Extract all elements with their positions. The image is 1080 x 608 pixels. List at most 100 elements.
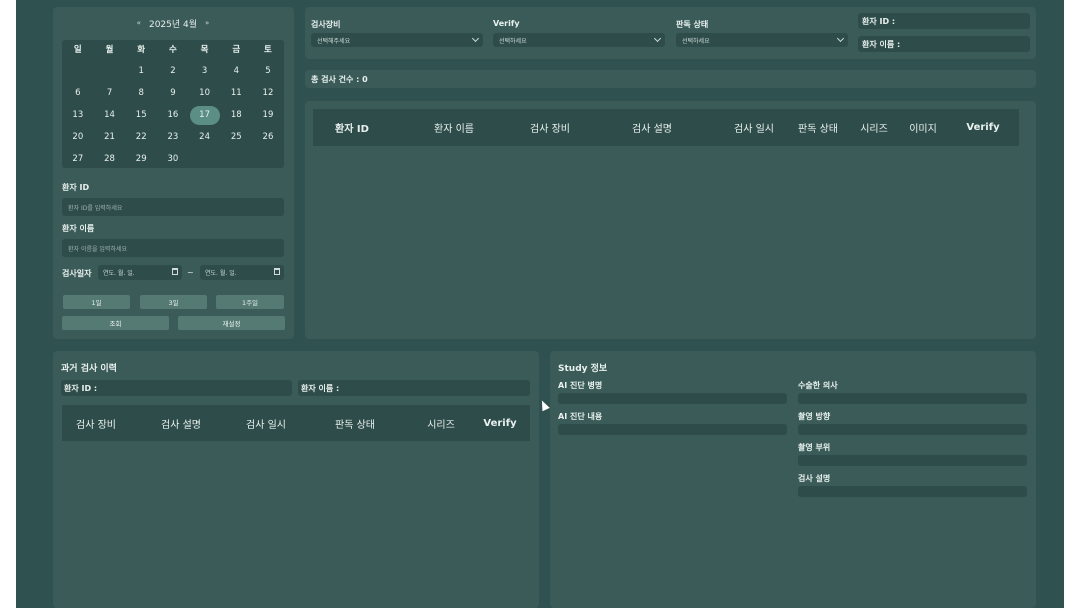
calendar-day[interactable]: 23 [157, 126, 189, 148]
history-title: 과거 검사 이력 [61, 364, 117, 374]
reset-button[interactable]: 재설정 [178, 316, 285, 330]
col-datetime[interactable]: 검사 일시 [734, 120, 774, 135]
calendar-header: « 2025년 4월 » [62, 15, 284, 31]
calendar-day[interactable]: 22 [125, 126, 157, 148]
col-verify[interactable]: Verify [966, 122, 999, 133]
calendar-weekday: 수 [168, 45, 177, 55]
calendar-day[interactable]: 28 [94, 148, 126, 170]
calendar-day[interactable]: 24 [189, 126, 221, 148]
calendar-day[interactable]: 14 [94, 104, 126, 126]
status-select-value: 선택하세요 [682, 38, 710, 45]
history-col-device[interactable]: 검사 장비 [76, 416, 116, 431]
calendar-weekday: 일 [73, 45, 82, 55]
col-patient-name[interactable]: 환자 이름 [434, 120, 474, 135]
calendar-day[interactable]: 8 [125, 82, 157, 104]
calendar-day[interactable]: 29 [125, 148, 157, 170]
status-select[interactable]: 선택하세요 [676, 33, 848, 47]
ai-diagnosis-field [558, 393, 787, 404]
range-1week-button[interactable]: 1주일 [216, 295, 284, 309]
doctor-label: 수술한 의사 [798, 381, 838, 390]
calendar-day[interactable]: 15 [125, 104, 157, 126]
col-image[interactable]: 이미지 [909, 120, 937, 135]
calendar-day[interactable]: 26 [252, 126, 284, 148]
calendar-empty-cell [220, 148, 252, 170]
calendar-empty-cell [94, 60, 126, 82]
calendar-day[interactable]: 11 [220, 82, 252, 104]
chevron-down-icon [836, 34, 845, 43]
history-col-status[interactable]: 판독 상태 [335, 416, 375, 431]
calendar-day[interactable]: 13 [62, 104, 94, 126]
calendar-empty-cell [252, 148, 284, 170]
calendar-day[interactable]: 5 [252, 60, 284, 82]
date-from-input[interactable]: 연도. 월. 일. [98, 265, 182, 280]
history-col-description[interactable]: 검사 설명 [161, 416, 201, 431]
calendar-empty-cell [189, 148, 221, 170]
calendar-weekday: 화 [137, 45, 146, 55]
doctor-field [798, 393, 1027, 404]
calendar-day[interactable]: 17 [189, 104, 221, 126]
calendar-grid: 일 월 화 수 목 금 토 1 2 3 4 5 6 7 8 9 10 11 12 13 14 15 16 17 18 19 20 21… [62, 38, 284, 170]
exam-table-header: 환자 ID 환자 이름 검사 장비 검사 설명 검사 일시 판독 상태 시리즈 … [313, 109, 1019, 146]
filter-patient-id-field[interactable]: 환자 ID : [858, 13, 1030, 29]
calendar-day[interactable]: 25 [220, 126, 252, 148]
col-device[interactable]: 검사 장비 [530, 120, 570, 135]
col-series[interactable]: 시리즈 [860, 120, 888, 135]
calendar-day[interactable]: 18 [220, 104, 252, 126]
history-col-verify[interactable]: Verify [483, 418, 516, 429]
prev-month-icon[interactable]: « [137, 19, 141, 27]
history-col-datetime[interactable]: 검사 일시 [246, 416, 286, 431]
calendar-day[interactable]: 6 [62, 82, 94, 104]
history-table-header: 검사 장비 검사 설명 검사 일시 판독 상태 시리즈 Verify [62, 405, 530, 441]
calendar-weekday: 목 [200, 45, 209, 55]
calendar-day[interactable]: 12 [252, 82, 284, 104]
calendar-day[interactable]: 20 [62, 126, 94, 148]
patient-id-label: 환자 ID [62, 183, 90, 192]
patient-name-input[interactable]: 환자 이름을 입력하세요 [62, 239, 284, 257]
history-patient-name-field: 환자 이름 : [298, 380, 530, 396]
calendar-weekday: 월 [105, 45, 114, 55]
patient-id-input[interactable]: 환자 ID를 입력하세요 [62, 198, 284, 216]
total-count-bar [305, 70, 1036, 88]
calendar-day[interactable]: 21 [94, 126, 126, 148]
calendar-day[interactable]: 27 [62, 148, 94, 170]
ai-content-label: AI 진단 내용 [558, 412, 603, 421]
calendar-day[interactable]: 19 [252, 104, 284, 126]
calendar-day[interactable]: 3 [189, 60, 221, 82]
range-3day-button[interactable]: 3일 [140, 295, 207, 309]
range-1day-button[interactable]: 1일 [63, 295, 130, 309]
calendar-day[interactable]: 2 [157, 60, 189, 82]
verify-select[interactable]: 선택하세요 [493, 33, 665, 47]
history-patient-name-label: 환자 이름 : [301, 384, 340, 393]
next-month-icon[interactable]: » [205, 19, 209, 27]
search-button[interactable]: 조회 [62, 316, 169, 330]
device-select[interactable]: 선택해주세요 [311, 33, 483, 47]
verify-filter-label: Verify [493, 19, 520, 28]
study-info-panel [550, 351, 1036, 608]
region-label: 촬영 부위 [798, 443, 831, 452]
calendar-day[interactable]: 30 [157, 148, 189, 170]
calendar-day[interactable]: 9 [157, 82, 189, 104]
exam-date-label: 검사일자 [62, 269, 92, 278]
calendar-day[interactable]: 10 [189, 82, 221, 104]
study-desc-field [798, 486, 1027, 497]
history-col-series[interactable]: 시리즈 [427, 416, 455, 431]
col-patient-id[interactable]: 환자 ID [335, 120, 369, 135]
calendar-day[interactable]: 4 [220, 60, 252, 82]
calendar-icon[interactable] [274, 268, 280, 275]
calendar-day-selected[interactable]: 17 [189, 105, 220, 125]
calendar-day[interactable]: 1 [125, 60, 157, 82]
col-description[interactable]: 검사 설명 [632, 120, 672, 135]
calendar-icon[interactable] [172, 268, 178, 275]
date-to-input[interactable]: 연도. 월. 일. [200, 265, 284, 280]
device-select-value: 선택해주세요 [317, 38, 351, 45]
chevron-down-icon [653, 34, 662, 43]
date-from-value: 연도. 월. 일. [103, 270, 135, 277]
direction-field [798, 424, 1027, 435]
col-status[interactable]: 판독 상태 [798, 120, 838, 135]
verify-select-value: 선택하세요 [499, 38, 527, 45]
study-title: Study 정보 [558, 364, 608, 374]
calendar-weekday: 토 [264, 45, 272, 55]
filter-patient-name-field[interactable]: 환자 이름 : [858, 36, 1030, 52]
calendar-day[interactable]: 16 [157, 104, 189, 126]
calendar-day[interactable]: 7 [94, 82, 126, 104]
